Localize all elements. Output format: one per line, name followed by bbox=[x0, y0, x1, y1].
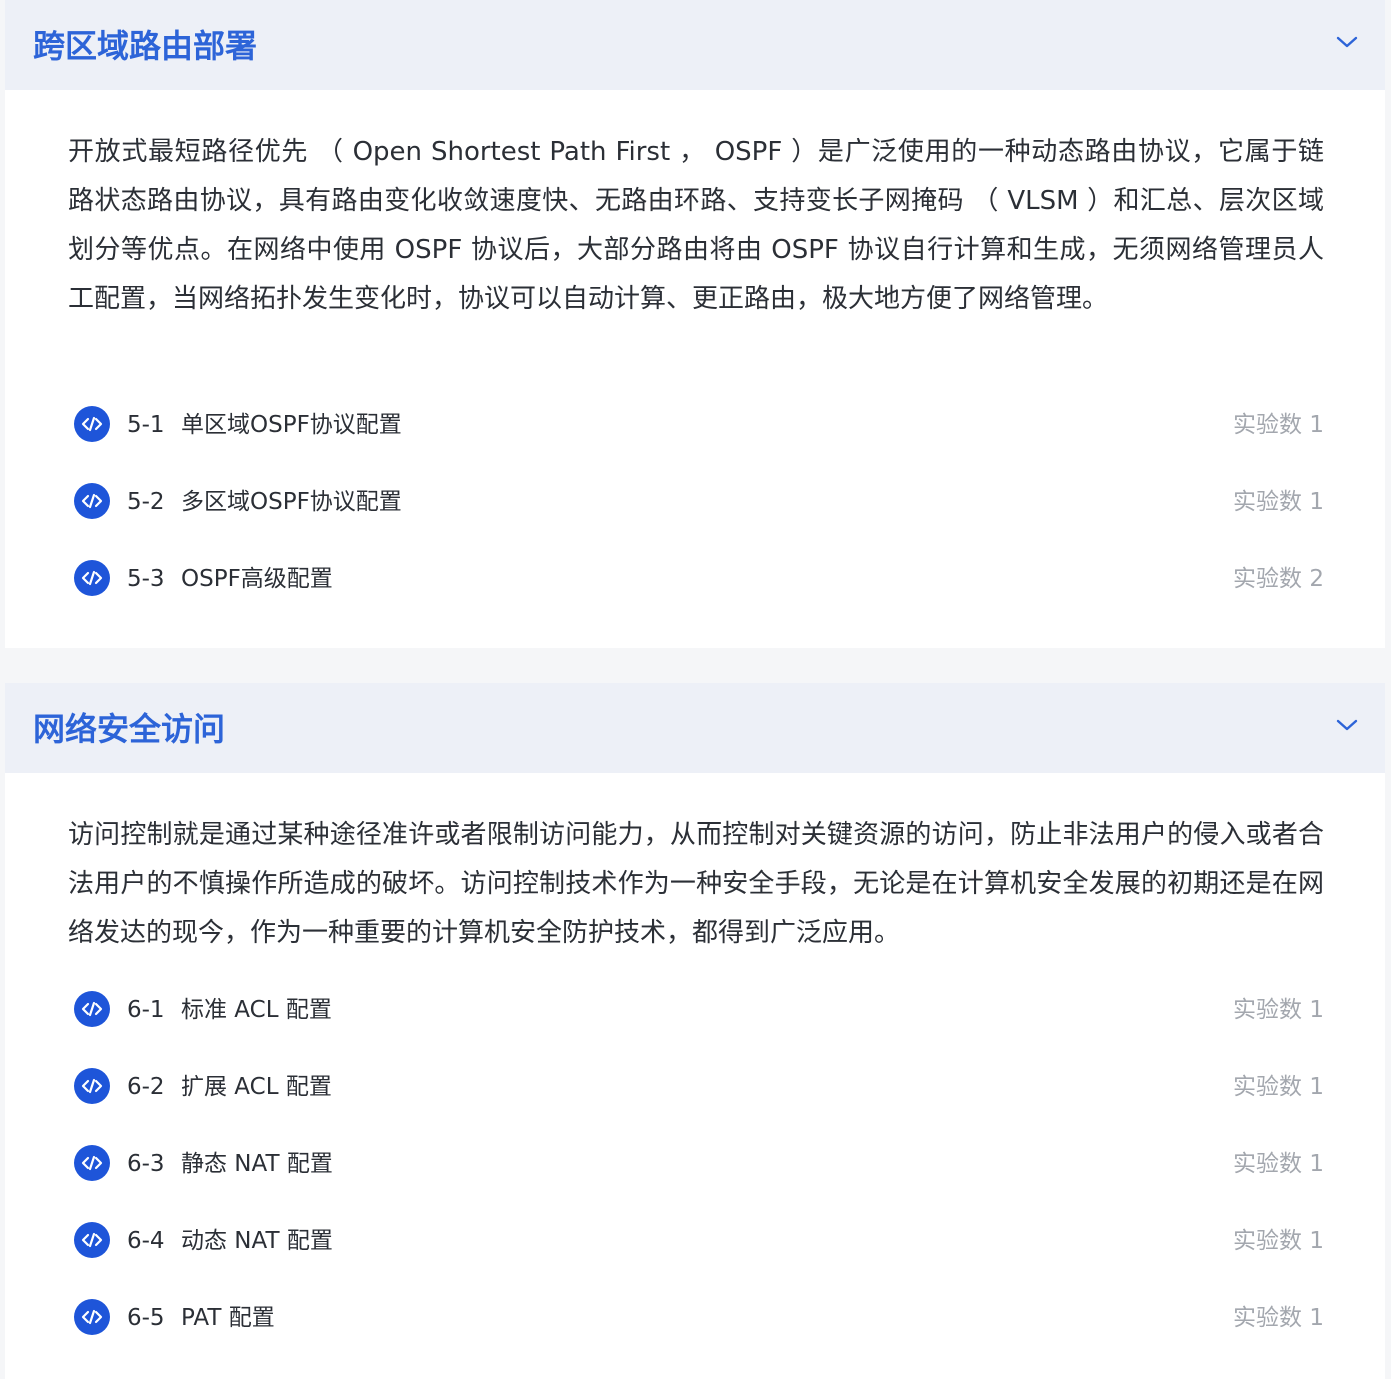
list-item[interactable]: 5-2 多区域OSPF协议配置 实验数 1 bbox=[68, 477, 1324, 527]
section-header[interactable]: 网络安全访问 bbox=[5, 683, 1385, 773]
section-network-security-access: 网络安全访问 访问控制就是通过某种途径准许或者限制访问能力，从而控制对关键资源的… bbox=[5, 683, 1385, 1379]
item-name[interactable]: 标准 ACL 配置 bbox=[181, 993, 332, 1027]
item-name[interactable]: OSPF高级配置 bbox=[181, 562, 333, 596]
item-name[interactable]: 单区域OSPF协议配置 bbox=[181, 408, 402, 442]
item-name[interactable]: PAT 配置 bbox=[181, 1301, 275, 1335]
section-description: 访问控制就是通过某种途径准许或者限制访问能力，从而控制对关键资源的访问，防止非法… bbox=[68, 820, 1324, 948]
item-count: 实验数 2 bbox=[1233, 566, 1324, 592]
section-title: 跨区域路由部署 bbox=[33, 27, 258, 65]
code-icon bbox=[74, 1068, 110, 1104]
item-count: 实验数 1 bbox=[1233, 1228, 1324, 1254]
item-count: 实验数 1 bbox=[1233, 1074, 1324, 1100]
item-count: 实验数 1 bbox=[1233, 412, 1324, 438]
list-item[interactable]: 6-4 动态 NAT 配置 实验数 1 bbox=[68, 1216, 1324, 1266]
item-number: 6-3 bbox=[127, 1151, 165, 1177]
list-item[interactable]: 6-1 标准 ACL 配置 实验数 1 bbox=[68, 985, 1324, 1035]
section-description: 开放式最短路径优先 （ Open Shortest Path First ， O… bbox=[68, 137, 1324, 314]
section-cross-area-routing: 跨区域路由部署 开放式最短路径优先 （ Open Shortest Path F… bbox=[5, 0, 1385, 648]
chevron-down-icon[interactable] bbox=[1335, 34, 1359, 50]
item-name[interactable]: 多区域OSPF协议配置 bbox=[181, 485, 402, 519]
chevron-down-icon[interactable] bbox=[1335, 717, 1359, 733]
item-count: 实验数 1 bbox=[1233, 1305, 1324, 1331]
item-count: 实验数 1 bbox=[1233, 489, 1324, 515]
item-number: 5-1 bbox=[127, 412, 165, 438]
list-item[interactable]: 5-1 单区域OSPF协议配置 实验数 1 bbox=[68, 400, 1324, 450]
item-count: 实验数 1 bbox=[1233, 997, 1324, 1023]
section-title: 网络安全访问 bbox=[33, 710, 226, 748]
item-name[interactable]: 扩展 ACL 配置 bbox=[181, 1070, 332, 1104]
item-number: 6-4 bbox=[127, 1228, 165, 1254]
code-icon bbox=[74, 406, 110, 442]
item-number: 6-5 bbox=[127, 1305, 165, 1331]
code-icon bbox=[74, 1299, 110, 1335]
section-header[interactable]: 跨区域路由部署 bbox=[5, 0, 1385, 90]
list-item[interactable]: 6-3 静态 NAT 配置 实验数 1 bbox=[68, 1139, 1324, 1189]
list-item[interactable]: 6-5 PAT 配置 实验数 1 bbox=[68, 1293, 1324, 1343]
item-name[interactable]: 静态 NAT 配置 bbox=[181, 1147, 333, 1181]
item-count: 实验数 1 bbox=[1233, 1151, 1324, 1177]
list-item[interactable]: 5-3 OSPF高级配置 实验数 2 bbox=[68, 554, 1324, 604]
code-icon bbox=[74, 1145, 110, 1181]
item-number: 5-2 bbox=[127, 489, 165, 515]
item-name[interactable]: 动态 NAT 配置 bbox=[181, 1224, 333, 1258]
code-icon bbox=[74, 483, 110, 519]
item-number: 6-1 bbox=[127, 997, 165, 1023]
code-icon bbox=[74, 1222, 110, 1258]
item-number: 5-3 bbox=[127, 566, 165, 592]
list-item[interactable]: 6-2 扩展 ACL 配置 实验数 1 bbox=[68, 1062, 1324, 1112]
item-number: 6-2 bbox=[127, 1074, 165, 1100]
code-icon bbox=[74, 991, 110, 1027]
code-icon bbox=[74, 560, 110, 596]
